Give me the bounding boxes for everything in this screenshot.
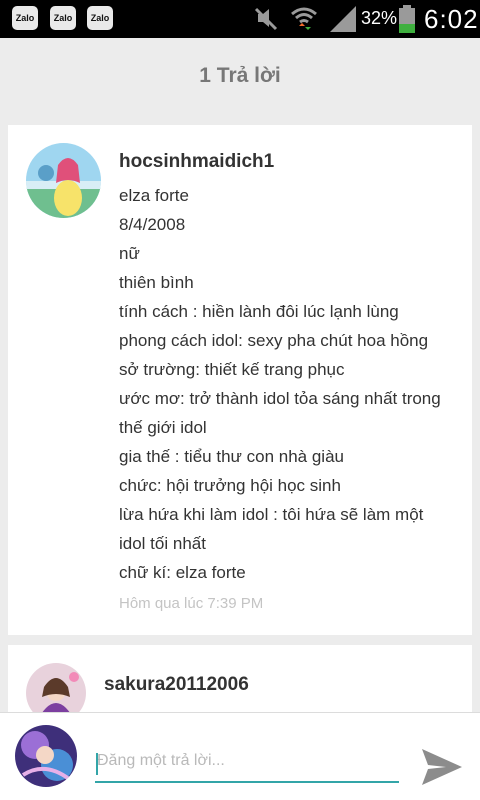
comment-card: hocsinhmaidich1 elza forte 8/4/2008 nữ t… [8, 125, 472, 635]
reply-bar [0, 712, 480, 800]
comment-body: elza forte 8/4/2008 nữ thiên bình tính c… [119, 181, 469, 587]
comment-line: chức: hội trưởng hội học sinh [119, 476, 341, 495]
mute-icon [252, 4, 280, 37]
comment-username[interactable]: hocsinhmaidich1 [119, 151, 274, 173]
comment-line: lừa hứa khi làm idol : tôi hứa sẽ làm mộ… [119, 505, 424, 524]
send-icon[interactable] [420, 747, 464, 787]
comment-line: chữ kí: elza forte [119, 563, 246, 582]
signal-icon [328, 4, 358, 39]
reply-input[interactable] [95, 741, 399, 783]
avatar[interactable] [26, 143, 101, 218]
comment-timestamp: Hôm qua lúc 7:39 PM [119, 595, 264, 612]
battery-icon [397, 4, 417, 39]
current-user-avatar[interactable] [15, 725, 77, 787]
comment-line: nữ [119, 244, 140, 263]
comment-line: thế giới idol [119, 418, 207, 437]
comment-line: sở trường: thiết kế trang phục [119, 360, 345, 379]
comment-line: gia thế : tiểu thư con nhà giàu [119, 447, 344, 466]
wifi-icon [289, 4, 319, 39]
zalo-notification-icon: Zalo [50, 6, 76, 30]
comment-line: idol tối nhất [119, 534, 206, 553]
comment-line: thiên bình [119, 273, 194, 292]
clock: 6:02 [424, 4, 479, 34]
comment-line: tính cách : hiền lành đôi lúc lạnh lùng [119, 302, 399, 321]
comment-line: elza forte [119, 186, 189, 205]
battery-percent: 32% [361, 8, 398, 28]
status-bar: Zalo Zalo Zalo 32% 6:02 [0, 0, 480, 38]
zalo-notification-icon: Zalo [12, 6, 38, 30]
comment-line: phong cách idol: sexy pha chút hoa hồng [119, 331, 429, 350]
comment-line: ước mơ: trở thành idol tỏa sáng nhất tro… [119, 389, 441, 408]
comment-line: 8/4/2008 [119, 215, 186, 234]
text-cursor [96, 753, 98, 775]
zalo-notification-icon: Zalo [87, 6, 113, 30]
comment-username[interactable]: sakura20112006 [104, 674, 249, 696]
page-title: 1 Trả lời [199, 64, 281, 87]
